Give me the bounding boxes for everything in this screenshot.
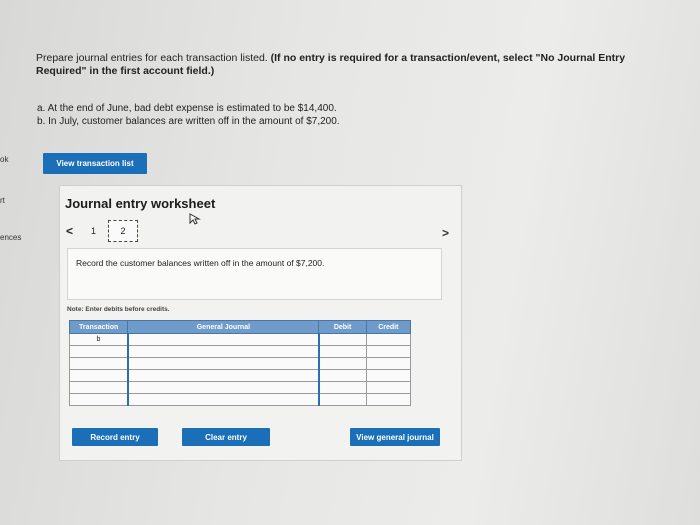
instructions-text: Prepare journal entries for each transac…	[36, 52, 271, 64]
column-header-debit: Debit	[318, 320, 367, 334]
debit-input[interactable]	[318, 381, 367, 394]
account-select[interactable]	[126, 357, 320, 370]
credit-input[interactable]	[365, 393, 412, 406]
account-select[interactable]	[126, 393, 320, 406]
debit-input[interactable]	[318, 393, 367, 406]
table-row: b	[68, 333, 412, 346]
table-row	[68, 393, 412, 406]
credit-input[interactable]	[365, 369, 412, 382]
account-select[interactable]	[126, 369, 320, 382]
page-1-link[interactable]: 1	[91, 226, 96, 236]
journal-table: Transaction General Journal Debit Credit…	[68, 320, 412, 406]
description-text: Record the customer balances written off…	[76, 258, 325, 268]
credit-input[interactable]	[365, 357, 412, 370]
table-row	[68, 369, 412, 382]
debit-input[interactable]	[318, 369, 367, 382]
column-header-general-journal: General Journal	[127, 320, 320, 334]
transaction-cell	[68, 393, 129, 406]
sidebar-fragment: rt	[0, 196, 5, 205]
transaction-cell	[68, 369, 129, 382]
chevron-left-icon[interactable]: <	[66, 224, 73, 238]
pager: < 1 2	[66, 220, 139, 242]
transaction-items: a. At the end of June, bad debt expense …	[37, 102, 340, 128]
page-2-link[interactable]: 2	[108, 220, 139, 242]
sidebar-fragment: ences	[0, 233, 22, 242]
column-header-transaction: Transaction	[68, 320, 129, 334]
account-select[interactable]	[126, 381, 320, 394]
transaction-description: Record the customer balances written off…	[67, 248, 442, 300]
table-row	[68, 357, 412, 370]
debit-credit-note: Note: Enter debits before credits.	[67, 306, 170, 313]
worksheet-title: Journal entry worksheet	[65, 196, 216, 211]
journal-entry-worksheet: Journal entry worksheet < 1 2 > Record t…	[59, 185, 462, 461]
record-entry-button[interactable]: Record entry	[72, 428, 158, 446]
credit-input[interactable]	[365, 333, 412, 346]
chevron-right-icon[interactable]: >	[442, 226, 449, 240]
view-general-journal-button[interactable]: View general journal	[350, 428, 440, 446]
column-header-credit: Credit	[365, 320, 412, 334]
debit-input[interactable]	[318, 345, 367, 358]
debit-input[interactable]	[318, 357, 367, 370]
transaction-item-b: b. In July, customer balances are writte…	[37, 116, 340, 127]
transaction-cell: b	[68, 333, 129, 346]
cursor-icon	[189, 213, 201, 225]
transaction-item-a: a. At the end of June, bad debt expense …	[37, 103, 337, 114]
table-row	[68, 345, 412, 358]
sidebar-fragment: ok	[0, 155, 9, 164]
transaction-cell	[68, 381, 129, 394]
credit-input[interactable]	[365, 381, 412, 394]
account-select[interactable]	[126, 333, 320, 346]
debit-input[interactable]	[318, 333, 367, 346]
table-row	[68, 381, 412, 394]
account-select[interactable]	[126, 345, 320, 358]
clear-entry-button[interactable]: Clear entry	[182, 428, 270, 446]
credit-input[interactable]	[365, 345, 412, 358]
instructions: Prepare journal entries for each transac…	[36, 52, 656, 78]
view-transaction-list-button[interactable]: View transaction list	[43, 153, 147, 174]
transaction-cell	[68, 345, 129, 358]
transaction-cell	[68, 357, 129, 370]
